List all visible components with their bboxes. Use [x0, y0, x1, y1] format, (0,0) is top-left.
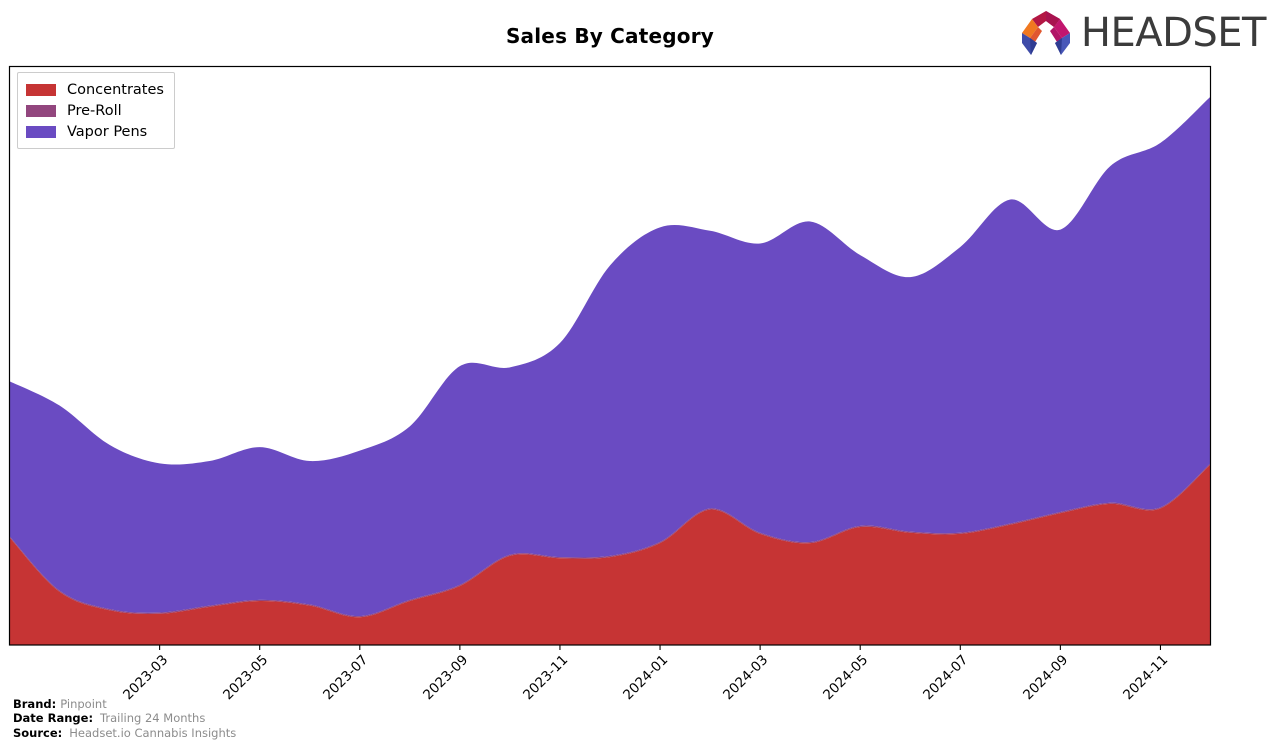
footer-row-brand: Brand: Pinpoint [13, 697, 236, 712]
chart-areas [9, 96, 1211, 645]
chart-header: Sales By Category HEADSET [0, 0, 1276, 66]
footer-key-date-range: Date Range: [13, 711, 94, 725]
chart-plot-area [0, 0, 1276, 700]
footer-key-brand: Brand: [13, 696, 57, 711]
headset-logo: HEADSET [1017, 6, 1267, 60]
stacked-area-chart-svg [8, 65, 1212, 650]
legend-label-concentrates: Concentrates [67, 81, 164, 98]
footer-value-source: Headset.io Cannabis Insights [69, 725, 237, 740]
legend-item-vapor-pens: Vapor Pens [26, 121, 164, 142]
headset-arch-logo-icon [1021, 11, 1070, 55]
chart-footer: Brand: Pinpoint Date Range: Trailing 24 Mo… [13, 697, 236, 741]
legend-item-concentrates: Concentrates [26, 79, 164, 100]
footer-row-source: Source: Headset.io Cannabis Insights [13, 726, 236, 741]
footer-value-date-range: Trailing 24 Months [100, 711, 206, 725]
legend-item-pre-roll: Pre-Roll [26, 100, 164, 121]
headset-logo-text: HEADSET [1080, 10, 1267, 56]
legend-label-vapor-pens: Vapor Pens [67, 123, 148, 140]
legend-swatch-concentrates [26, 83, 56, 96]
x-axis-tick-marks [159, 645, 1162, 650]
footer-value-brand: Pinpoint [60, 696, 107, 711]
footer-key-source: Source: [13, 725, 63, 740]
legend-swatch-vapor-pens [26, 125, 56, 138]
legend-label-pre-roll: Pre-Roll [67, 102, 122, 119]
chart-legend: Concentrates Pre-Roll Vapor Pens [17, 72, 175, 149]
footer-row-date-range: Date Range: Trailing 24 Months [13, 711, 236, 726]
legend-swatch-pre-roll [26, 104, 56, 117]
